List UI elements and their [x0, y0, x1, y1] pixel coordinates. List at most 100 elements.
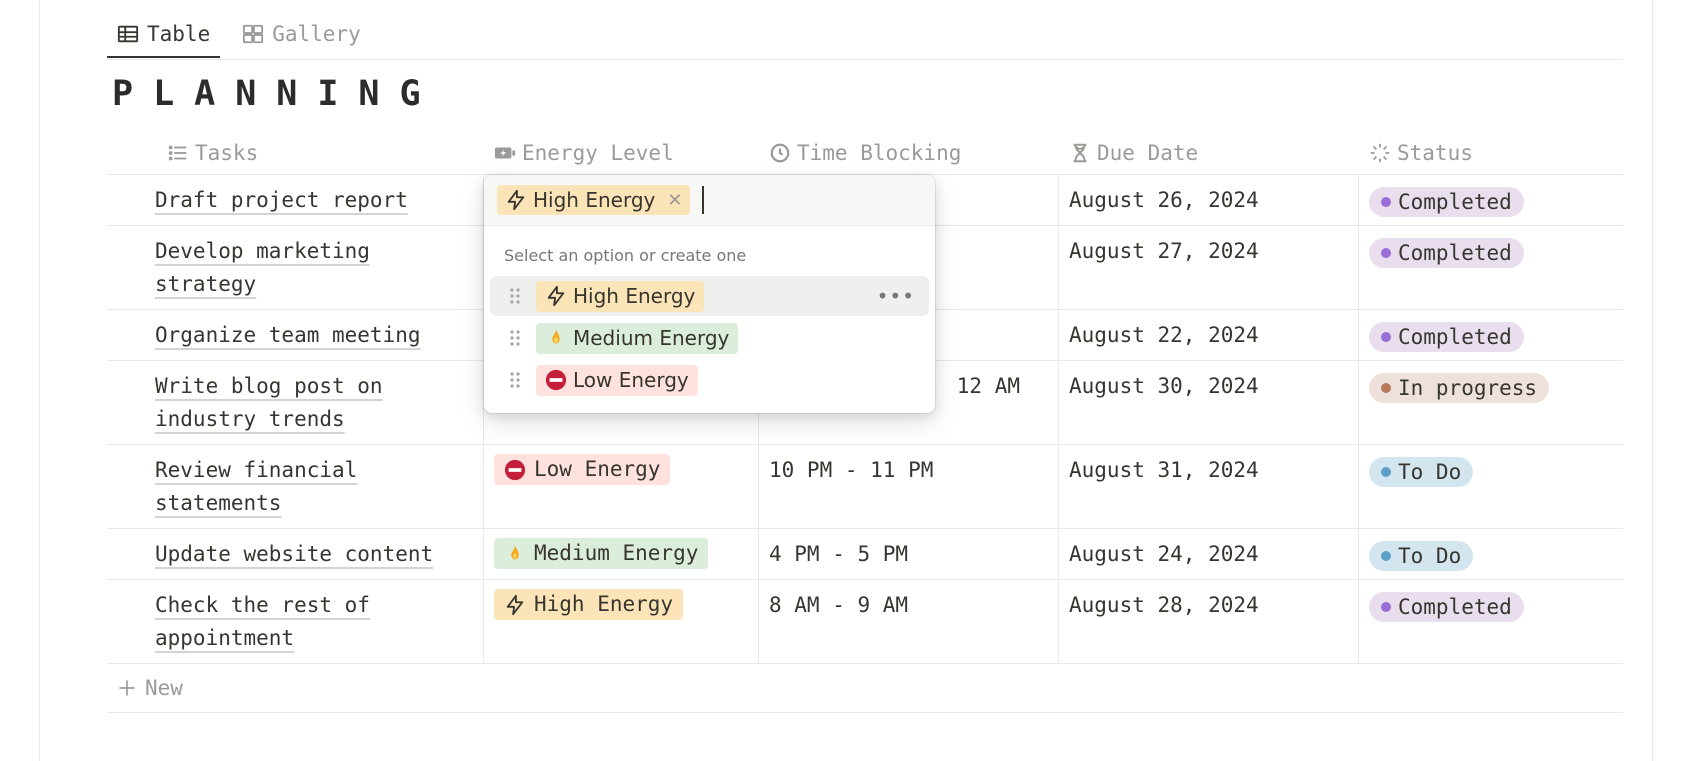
status-label: To Do — [1398, 543, 1462, 568]
due-date-cell[interactable]: August 28, 2024 — [1059, 580, 1359, 663]
option-label: Medium Energy — [573, 326, 730, 350]
status-cell[interactable]: To Do — [1359, 445, 1623, 528]
option-label: Low Energy — [573, 368, 689, 392]
page-right-border — [1652, 0, 1653, 761]
battery-icon — [494, 147, 516, 159]
status-badge: Completed — [1369, 187, 1524, 217]
text-caret — [702, 186, 705, 214]
energy-label: Low Energy — [534, 457, 661, 481]
tabs-divider — [107, 59, 1622, 60]
list-icon — [168, 145, 187, 161]
status-cell[interactable]: Completed — [1359, 226, 1623, 309]
task-title-line[interactable]: appointment — [155, 626, 294, 650]
more-options-icon[interactable]: ••• — [877, 284, 915, 308]
due-date-cell[interactable]: August 24, 2024 — [1059, 529, 1359, 579]
due-date-cell[interactable]: August 27, 2024 — [1059, 226, 1359, 309]
due-date-cell[interactable]: August 31, 2024 — [1059, 445, 1359, 528]
drag-handle-icon[interactable] — [508, 328, 522, 348]
task-cell[interactable]: Organize team meeting — [107, 310, 484, 360]
task-title[interactable]: Draft project report — [155, 188, 408, 212]
tab-table[interactable]: Table — [107, 12, 221, 58]
hourglass-icon — [1073, 143, 1087, 163]
no-entry-icon — [545, 369, 567, 391]
energy-tag: Low Energy — [494, 454, 671, 485]
status-badge: In progress — [1369, 373, 1550, 403]
option-medium-energy[interactable]: Medium Energy — [490, 318, 929, 358]
due-date-cell[interactable]: August 30, 2024 — [1059, 361, 1359, 444]
due-date-cell[interactable]: August 26, 2024 — [1059, 175, 1359, 225]
option-high-energy[interactable]: High Energy ••• — [490, 276, 929, 316]
column-header-due-date[interactable]: Due Date — [1059, 132, 1359, 174]
task-title[interactable]: Update website content — [155, 542, 433, 566]
energy-cell[interactable]: High Energy — [484, 580, 759, 663]
energy-tag: High Energy — [494, 589, 684, 620]
remove-option-icon[interactable]: ✕ — [667, 190, 682, 211]
column-header-label: Tasks — [195, 141, 259, 165]
status-label: Completed — [1398, 324, 1512, 349]
column-header-time-blocking[interactable]: Time Blocking — [759, 132, 1059, 174]
column-header-label: Time Blocking — [797, 141, 962, 165]
gallery-icon — [243, 24, 264, 44]
view-tabs: Table Gallery — [107, 12, 371, 58]
page-left-border — [39, 0, 40, 761]
column-header-label: Status — [1397, 141, 1473, 165]
time-cell[interactable]: 4 PM - 5 PM — [759, 529, 1059, 579]
task-title-line[interactable]: statements — [155, 491, 281, 515]
energy-cell[interactable]: Low Energy — [484, 445, 759, 528]
table-row[interactable]: Check the rest of appointment High Energ… — [107, 580, 1623, 664]
task-title-line[interactable]: Develop marketing — [155, 239, 370, 263]
clock-icon — [770, 143, 790, 163]
dropdown-hint: Select an option or create one — [504, 246, 747, 265]
new-row-button[interactable]: New — [107, 664, 1623, 713]
status-cell[interactable]: Completed — [1359, 580, 1623, 663]
due-date-cell[interactable]: August 22, 2024 — [1059, 310, 1359, 360]
energy-label: High Energy — [534, 592, 674, 616]
status-label: Completed — [1398, 594, 1512, 619]
dropdown-search-input[interactable]: High Energy ✕ — [484, 175, 935, 226]
drag-handle-icon[interactable] — [508, 286, 522, 306]
task-title-line[interactable]: Write blog post on — [155, 374, 383, 398]
status-cell[interactable]: In progress — [1359, 361, 1623, 444]
selected-option-label: High Energy — [533, 188, 656, 212]
time-cell[interactable]: 10 PM - 11 PM — [759, 445, 1059, 528]
task-title-line[interactable]: strategy — [155, 272, 256, 296]
tab-table-label: Table — [147, 22, 211, 46]
tab-gallery[interactable]: Gallery — [232, 12, 371, 56]
column-header-energy-level[interactable]: Energy Level — [484, 132, 759, 174]
status-dot — [1381, 602, 1391, 612]
flame-icon — [552, 329, 560, 344]
status-cell[interactable]: To Do — [1359, 529, 1623, 579]
energy-label: Medium Energy — [534, 541, 699, 565]
task-cell[interactable]: Check the rest of appointment — [107, 580, 484, 663]
option-pill: Medium Energy — [536, 322, 739, 354]
task-title-line[interactable]: industry trends — [155, 407, 345, 431]
task-cell[interactable]: Update website content — [107, 529, 484, 579]
status-cell[interactable]: Completed — [1359, 310, 1623, 360]
column-header-tasks[interactable]: Tasks — [107, 132, 484, 174]
lightning-icon — [507, 189, 525, 211]
drag-handle-icon[interactable] — [508, 370, 522, 390]
task-title-line[interactable]: Review financial — [155, 458, 357, 482]
task-title-line[interactable]: Check the rest of — [155, 593, 370, 617]
status-dot — [1381, 197, 1391, 207]
task-cell[interactable]: Review financial statements — [107, 445, 484, 528]
task-cell[interactable]: Write blog post on industry trends — [107, 361, 484, 444]
option-pill: Low Energy — [536, 364, 698, 396]
status-label: Completed — [1398, 189, 1512, 214]
energy-cell[interactable]: Medium Energy — [484, 529, 759, 579]
task-cell[interactable]: Develop marketing strategy — [107, 226, 484, 309]
option-low-energy[interactable]: Low Energy — [490, 360, 929, 400]
selected-option-tag: High Energy ✕ — [497, 185, 691, 215]
column-header-status[interactable]: Status — [1359, 132, 1623, 174]
lightning-icon — [506, 594, 524, 615]
table-row[interactable]: Review financial statements Low Energy 1… — [107, 445, 1623, 529]
table-header: Tasks Energy Level Time Blocking Due Dat… — [107, 132, 1623, 175]
status-dot — [1381, 248, 1391, 258]
status-cell[interactable]: Completed — [1359, 175, 1623, 225]
table-row[interactable]: Update website content Medium Energy 4 P… — [107, 529, 1623, 580]
task-cell[interactable]: Draft project report — [107, 175, 484, 225]
status-dot — [1381, 332, 1391, 342]
task-title[interactable]: Organize team meeting — [155, 323, 421, 347]
time-cell[interactable]: 8 AM - 9 AM — [759, 580, 1059, 663]
column-header-label: Energy Level — [522, 141, 674, 165]
